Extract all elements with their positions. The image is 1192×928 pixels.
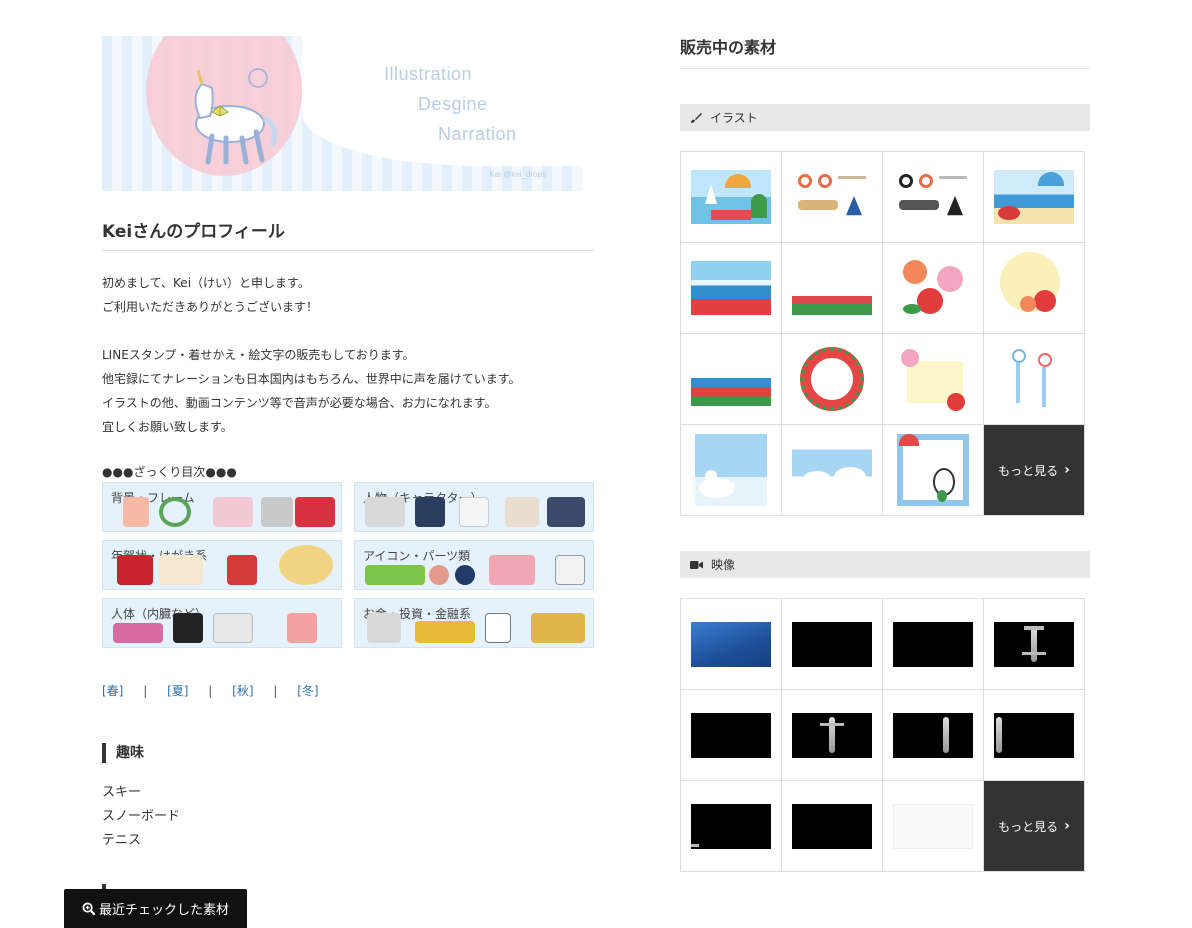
illustration-thumb[interactable] [984, 243, 1085, 334]
toc-banner-money-finance[interactable]: お金・投資・金融系 [354, 598, 594, 648]
video-thumb[interactable] [984, 599, 1085, 690]
more-label: もっと見る [998, 819, 1059, 834]
toc-banner-background-frame[interactable]: 背景・フレーム [102, 482, 342, 532]
toc-banner-icons-parts[interactable]: アイコン・パーツ類 [354, 540, 594, 590]
season-link-spring[interactable]: [春] [102, 684, 123, 698]
chevron-right-icon: › [1064, 818, 1070, 834]
video-thumb[interactable] [681, 599, 782, 690]
toc-banner-new-year-cards[interactable]: 年賀状・はがき系 [102, 540, 342, 590]
illustration-thumb[interactable] [883, 334, 984, 425]
unicorn-illustration [194, 68, 278, 165]
brush-icon [691, 112, 702, 123]
category-header-video: 映像 [680, 551, 1090, 578]
video-grid: もっと見る › [680, 598, 1085, 872]
illustration-thumb[interactable] [883, 243, 984, 334]
video-thumb[interactable] [883, 781, 984, 872]
season-separator: | [208, 684, 213, 698]
banner-text-narration: Narration [438, 124, 517, 144]
video-camera-icon [690, 560, 703, 569]
season-separator: | [143, 684, 148, 698]
toc-banner-people[interactable]: 人物（キャラクター） [354, 482, 594, 532]
season-separator: | [273, 684, 278, 698]
hobby-list: スキー スノーボード テニス [102, 781, 596, 853]
video-thumb[interactable] [782, 781, 883, 872]
intro-line: 初めまして、Kei（けい）と申します。 [102, 276, 310, 290]
search-plus-icon [82, 902, 95, 915]
video-thumb[interactable] [782, 599, 883, 690]
category-label: イラスト [710, 111, 758, 125]
illustration-thumb[interactable] [681, 334, 782, 425]
intro-line: イラストの他、動画コンテンツ等で音声が必要な場合、お力になれます。 [102, 396, 497, 410]
profile-title: Keiさんのプロフィール [102, 217, 594, 251]
category-label: 映像 [711, 558, 736, 572]
illustration-thumb[interactable] [681, 152, 782, 243]
category-header-illustration: イラスト [680, 104, 1090, 131]
illustration-thumb[interactable] [681, 243, 782, 334]
profile-column: Illustration Desgine Narration Kei @kei_… [102, 36, 596, 853]
banner-text-illustration: Illustration [384, 64, 473, 84]
video-more-button[interactable]: もっと見る › [984, 781, 1085, 872]
recently-viewed-label: 最近チェックした素材 [98, 903, 229, 918]
intro-line: 他宅録にてナレーションも日本国内はもちろん、世界中に声を届けています。 [102, 372, 521, 386]
sales-column: 販売中の素材 イラスト もっと見る › 映像 もっと見る › [680, 34, 1090, 872]
hobby-item: スキー [102, 785, 142, 800]
recently-viewed-button[interactable]: 最近チェックした素材 [64, 889, 247, 928]
intro-line: LINEスタンプ・着せかえ・絵文字の販売もしております。 [102, 348, 415, 362]
toc-label-text: アイコン・パーツ類 [363, 549, 471, 563]
illustration-thumb[interactable] [782, 425, 883, 516]
season-link-autumn[interactable]: [秋] [232, 684, 253, 698]
hobby-item: テニス [102, 833, 142, 848]
more-label: もっと見る [998, 463, 1059, 478]
profile-intro: 初めまして、Kei（けい）と申します。 ご利用いただきありがとうございます！ L… [102, 271, 596, 439]
hobby-heading: 趣味 [102, 743, 596, 763]
video-thumb[interactable] [883, 599, 984, 690]
intro-line: 宜しくお願い致します。 [102, 420, 233, 434]
chevron-right-icon: › [1064, 462, 1070, 478]
banner-signature: Kei @kei_drops [489, 170, 546, 179]
toc-grid: 背景・フレーム 人物（キャラクター） 年賀状・はがき系 アイコン・パーツ類 [102, 482, 596, 648]
season-link-winter[interactable]: [冬] [297, 684, 318, 698]
intro-line [102, 319, 596, 343]
video-thumb[interactable] [883, 690, 984, 781]
season-link-summer[interactable]: [夏] [167, 684, 188, 698]
illustration-more-button[interactable]: もっと見る › [984, 425, 1085, 516]
video-thumb[interactable] [681, 781, 782, 872]
profile-banner: Illustration Desgine Narration Kei @kei_… [102, 36, 582, 191]
illustration-thumb[interactable] [883, 152, 984, 243]
video-thumb[interactable] [681, 690, 782, 781]
banner-text-design: Desgine [418, 94, 488, 114]
illustration-thumb[interactable] [681, 425, 782, 516]
toc-label: ●●●ざっくり目次●●● [102, 465, 237, 479]
illustration-thumb[interactable] [984, 334, 1085, 425]
toc-banner-human-body[interactable]: 人体（内臓など） [102, 598, 342, 648]
illustration-thumb[interactable] [782, 243, 883, 334]
video-thumb[interactable] [782, 690, 883, 781]
intro-line: ご利用いただきありがとうございます！ [102, 300, 319, 314]
sales-title: 販売中の素材 [680, 34, 1090, 69]
illustration-thumb[interactable] [984, 152, 1085, 243]
hobby-item: スノーボード [102, 809, 181, 824]
video-thumb[interactable] [984, 690, 1085, 781]
illustration-thumb[interactable] [782, 152, 883, 243]
season-links: [春] | [夏] | [秋] | [冬] [102, 682, 596, 699]
illustration-grid: もっと見る › [680, 151, 1085, 516]
illustration-thumb[interactable] [782, 334, 883, 425]
illustration-thumb[interactable] [883, 425, 984, 516]
